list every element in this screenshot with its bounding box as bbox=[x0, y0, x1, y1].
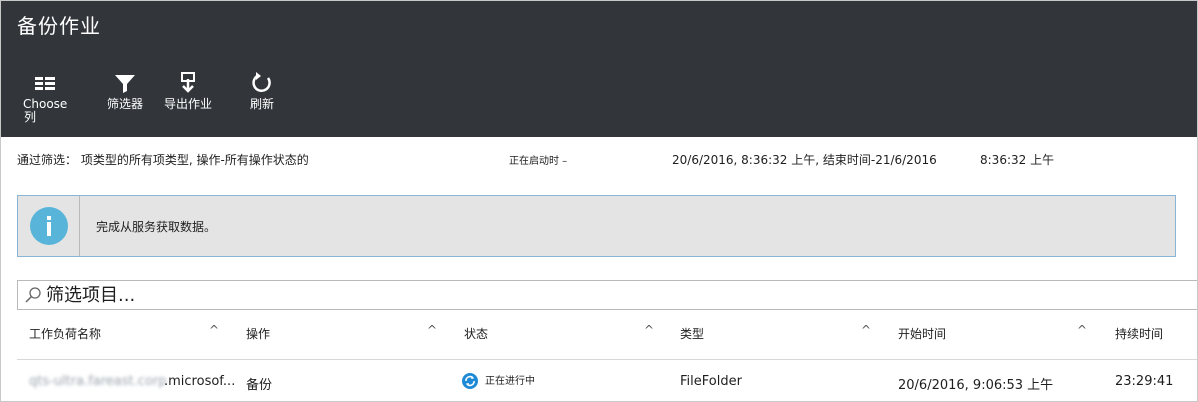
blade-header: 备份作业 Choose 列 筛选器 导出作业 刷新 bbox=[1, 1, 1197, 137]
filter-end-time: 8:36:32 上午 bbox=[980, 153, 1055, 167]
backup-jobs-blade: 备份作业 Choose 列 筛选器 导出作业 刷新 通过筛选： 项类型的所有项类… bbox=[0, 0, 1198, 402]
choose-columns-button[interactable]: Choose 列 bbox=[23, 71, 67, 124]
refresh-label: 刷新 bbox=[250, 97, 275, 111]
status-cell: 正在进行中 bbox=[485, 376, 535, 387]
info-banner: 完成从服务获取数据。 bbox=[17, 195, 1176, 257]
column-header-type[interactable]: 类型 bbox=[680, 325, 704, 342]
operation-cell: 备份 bbox=[246, 378, 273, 393]
duration-cell: 23:29:41 bbox=[1115, 374, 1174, 389]
row-divider bbox=[17, 359, 1197, 360]
refresh-icon bbox=[252, 72, 271, 92]
in-progress-icon bbox=[462, 373, 478, 389]
choose-columns-label: Choose bbox=[23, 97, 68, 111]
filter-button[interactable]: 筛选器 bbox=[107, 71, 143, 111]
sort-start-time-icon[interactable]: ^ bbox=[1077, 323, 1087, 337]
sort-operation-icon[interactable]: ^ bbox=[427, 323, 437, 337]
column-header-workload[interactable]: 工作负荷名称 bbox=[29, 325, 101, 342]
export-jobs-button[interactable]: 导出作业 bbox=[164, 71, 212, 111]
page-title: 备份作业 bbox=[17, 14, 101, 38]
filter-icon bbox=[115, 75, 135, 93]
export-icon bbox=[181, 72, 195, 93]
workload-name-suffix: .microsof... bbox=[164, 374, 236, 389]
start-time-cell: 20/6/2016, 9:06:53 上午 bbox=[898, 378, 1054, 393]
choose-columns-label-line2: 列 bbox=[24, 110, 37, 124]
column-header-status[interactable]: 状态 bbox=[464, 325, 488, 342]
sort-type-icon[interactable]: ^ bbox=[861, 323, 871, 337]
sort-workload-icon[interactable]: ^ bbox=[209, 323, 219, 337]
info-icon bbox=[29, 207, 68, 245]
type-cell: FileFolder bbox=[680, 374, 742, 389]
column-header-start-time[interactable]: 开始时间 bbox=[898, 325, 946, 342]
columns-icon bbox=[35, 77, 56, 90]
workload-name-blurred: qts-ultra.fareast.corp bbox=[29, 374, 167, 389]
filter-date-range: 20/6/2016, 8:36:32 上午, 结束时间-21/6/2016 bbox=[672, 153, 937, 167]
filter-label: 筛选器 bbox=[107, 97, 144, 111]
refresh-button[interactable]: 刷新 bbox=[250, 71, 274, 111]
search-icon bbox=[25, 287, 41, 303]
filter-start-label: 正在启动时 – bbox=[509, 156, 568, 167]
info-icon-container bbox=[18, 196, 80, 256]
sort-status-icon[interactable]: ^ bbox=[644, 323, 654, 337]
info-message: 完成从服务获取数据。 bbox=[96, 219, 217, 234]
column-header-operation[interactable]: 操作 bbox=[246, 325, 270, 342]
search-box bbox=[17, 280, 1197, 310]
filter-summary: 通过筛选： 项类型的所有项类型, 操作-所有操作状态的 bbox=[17, 153, 309, 167]
filter-items-input[interactable] bbox=[46, 284, 1146, 306]
export-label: 导出作业 bbox=[164, 97, 213, 111]
column-header-duration[interactable]: 持续时间 bbox=[1115, 325, 1163, 342]
